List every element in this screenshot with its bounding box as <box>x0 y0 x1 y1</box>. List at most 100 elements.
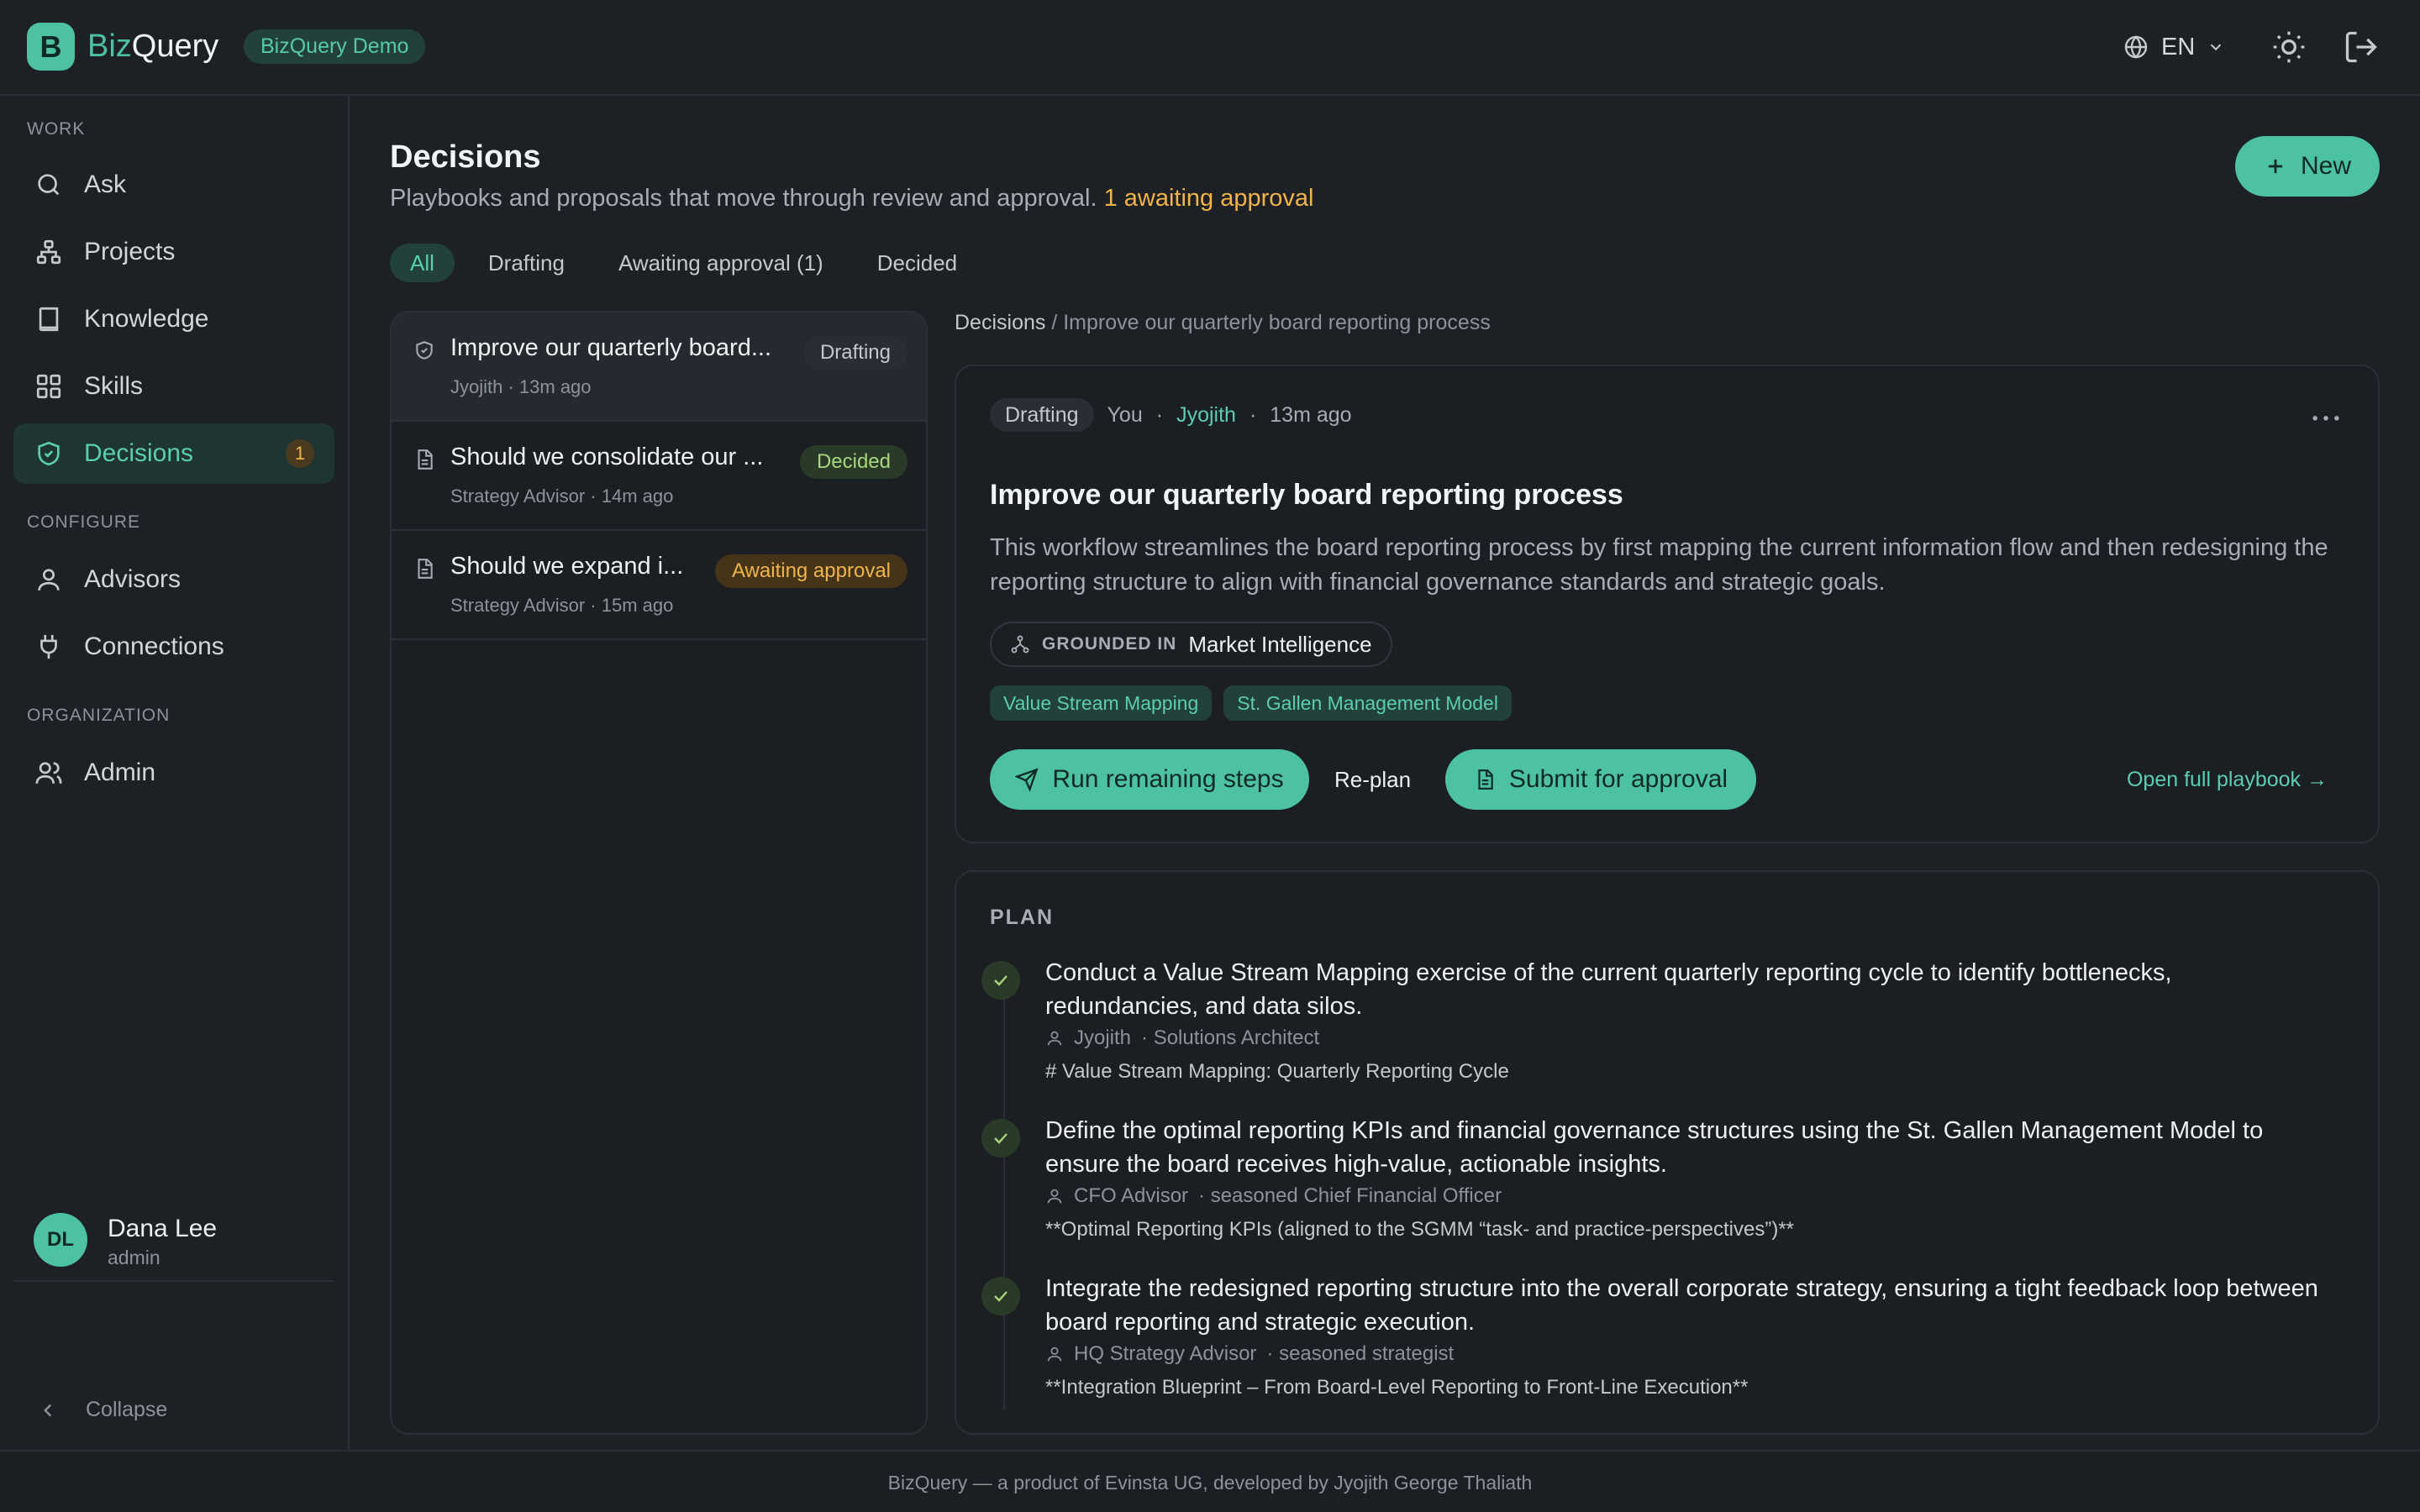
plan-step-owner-role: · seasoned Chief Financial Officer <box>1198 1184 1502 1207</box>
sidebar-item-projects[interactable]: Projects <box>13 222 334 282</box>
chevron-down-icon <box>2207 38 2225 56</box>
chevron-left-icon <box>37 1399 59 1421</box>
sidebar-item-advisors[interactable]: Advisors <box>13 549 334 610</box>
brand-prefix: Biz <box>87 29 132 64</box>
sidebar-item-decisions[interactable]: Decisions 1 <box>13 423 334 484</box>
plan-step-owner: CFO Advisor · seasoned Chief Financial O… <box>1045 1184 1502 1208</box>
decision-description: This workflow streamlines the board repo… <box>990 534 2328 596</box>
awaiting-approval-link[interactable]: 1 awaiting approval <box>1104 185 1314 212</box>
tab-all[interactable]: All <box>390 244 455 282</box>
open-full-playbook-link[interactable]: Open full playbook → <box>2127 749 2328 810</box>
section-label-organization: ORGANIZATION <box>27 706 171 725</box>
sun-icon <box>2270 29 2307 66</box>
sidebar-item-ask[interactable]: Ask <box>13 155 334 215</box>
more-options-button[interactable] <box>2307 398 2344 435</box>
sidebar-item-label: Connections <box>84 633 224 660</box>
shield-icon <box>413 339 435 361</box>
logout-button[interactable] <box>2343 29 2380 66</box>
grid-icon <box>34 371 64 402</box>
check-icon <box>981 1119 1020 1158</box>
theme-toggle-button[interactable] <box>2270 29 2307 66</box>
more-horizontal-icon <box>2307 398 2344 435</box>
check-icon <box>981 961 1020 1000</box>
check-icon <box>981 1277 1020 1315</box>
document-icon <box>1474 769 1496 790</box>
decision-list: Improve our quarterly board... Jyojith ·… <box>390 311 928 1435</box>
list-item-title: Should we consolidate our ... <box>450 444 764 470</box>
replan-button[interactable]: Re-plan <box>1334 749 1411 810</box>
submit-for-approval-button[interactable]: Submit for approval <box>1445 749 1756 810</box>
sidebar-item-label: Skills <box>84 372 144 400</box>
sidebar-divider <box>13 1280 334 1282</box>
tag-list: Value Stream Mapping St. Gallen Manageme… <box>990 685 1512 721</box>
run-button-label: Run remaining steps <box>1052 765 1284 793</box>
tab-awaiting-approval[interactable]: Awaiting approval (1) <box>598 244 844 282</box>
collapse-button[interactable]: Collapse <box>37 1398 167 1422</box>
top-bar: B BizQuery BizQuery Demo EN <box>0 0 2420 96</box>
sidebar-item-admin[interactable]: Admin <box>13 743 334 803</box>
decisions-count-badge: 1 <box>286 439 314 468</box>
tab-drafting[interactable]: Drafting <box>468 244 585 282</box>
logo-icon: B <box>27 23 75 71</box>
search-icon <box>34 170 64 200</box>
detail-meta: Drafting You · Jyojith · 13m ago <box>990 398 1352 432</box>
filter-tabs: All Drafting Awaiting approval (1) Decid… <box>390 244 977 282</box>
tag[interactable]: St. Gallen Management Model <box>1223 685 1512 721</box>
users-icon <box>34 758 64 788</box>
status-badge: Decided <box>799 445 908 479</box>
sidebar-item-skills[interactable]: Skills <box>13 356 334 417</box>
grounded-in-chip[interactable]: GROUNDED IN Market Intelligence <box>990 622 1392 667</box>
sidebar-item-label: Ask <box>84 171 127 198</box>
section-label-configure: CONFIGURE <box>27 512 140 532</box>
breadcrumb-separator: / <box>1051 311 1058 334</box>
tag[interactable]: Value Stream Mapping <box>990 685 1213 721</box>
list-item-title: Improve our quarterly board... <box>450 334 772 361</box>
document-icon <box>413 449 435 470</box>
new-button[interactable]: New <box>2235 136 2380 197</box>
plan-step-note: # Value Stream Mapping: Quarterly Report… <box>1045 1060 1509 1083</box>
breadcrumb-root[interactable]: Decisions <box>955 311 1045 334</box>
hierarchy-icon <box>1010 634 1030 654</box>
plan-step-owner: Jyojith · Solutions Architect <box>1045 1026 1319 1050</box>
document-icon <box>413 558 435 580</box>
list-item[interactable]: Should we expand i... Strategy Advisor ·… <box>392 531 926 640</box>
plan-step-owner: HQ Strategy Advisor · seasoned strategis… <box>1045 1342 1454 1366</box>
brand-name[interactable]: BizQuery <box>87 25 218 67</box>
avatar[interactable]: DL <box>34 1213 87 1267</box>
grounded-label: GROUNDED IN <box>1042 634 1177 654</box>
list-item[interactable]: Improve our quarterly board... Jyojith ·… <box>392 312 926 422</box>
list-item-meta: Strategy Advisor · 15m ago <box>450 595 674 616</box>
globe-icon <box>2123 34 2149 60</box>
demo-badge: BizQuery Demo <box>244 29 426 64</box>
meta-dot: · <box>1249 402 1257 427</box>
user-icon <box>34 564 64 595</box>
plan-step-text: Conduct a Value Stream Mapping exercise … <box>1045 959 2172 1020</box>
sidebar-item-connections[interactable]: Connections <box>13 617 334 677</box>
page-subtitle: Playbooks and proposals that move throug… <box>390 185 1313 213</box>
section-label-work: WORK <box>27 119 86 139</box>
sidebar-item-knowledge[interactable]: Knowledge <box>13 289 334 349</box>
sidebar-item-label: Advisors <box>84 565 182 593</box>
language-selector[interactable]: EN <box>2123 29 2225 66</box>
plan-step-owner-name: CFO Advisor <box>1074 1184 1189 1207</box>
list-item-meta: Strategy Advisor · 14m ago <box>450 486 674 507</box>
sidebar-item-label: Decisions <box>84 439 194 467</box>
send-icon <box>1015 768 1039 791</box>
detail-time: 13m ago <box>1270 402 1352 427</box>
user-name: Dana Lee <box>108 1215 218 1242</box>
collapse-label: Collapse <box>86 1398 168 1421</box>
plan-step-note: **Optimal Reporting KPIs (aligned to the… <box>1045 1218 1795 1241</box>
page-subtitle-text: Playbooks and proposals that move throug… <box>390 185 1097 212</box>
plus-icon <box>2264 155 2287 178</box>
plan-step-owner-role: · seasoned strategist <box>1266 1342 1455 1365</box>
tab-decided[interactable]: Decided <box>857 244 977 282</box>
plan-step-owner-name: Jyojith <box>1074 1026 1132 1049</box>
run-remaining-steps-button[interactable]: Run remaining steps <box>990 749 1309 810</box>
sidebar-item-label: Projects <box>84 238 176 265</box>
plan-step-owner-role: · Solutions Architect <box>1141 1026 1320 1049</box>
user-icon <box>1045 1029 1064 1047</box>
decision-detail-card: Drafting You · Jyojith · 13m ago Improve… <box>955 365 2380 843</box>
list-item[interactable]: Should we consolidate our ... Strategy A… <box>392 422 926 531</box>
detail-author[interactable]: Jyojith <box>1176 403 1236 428</box>
page-title: Decisions <box>390 139 541 175</box>
